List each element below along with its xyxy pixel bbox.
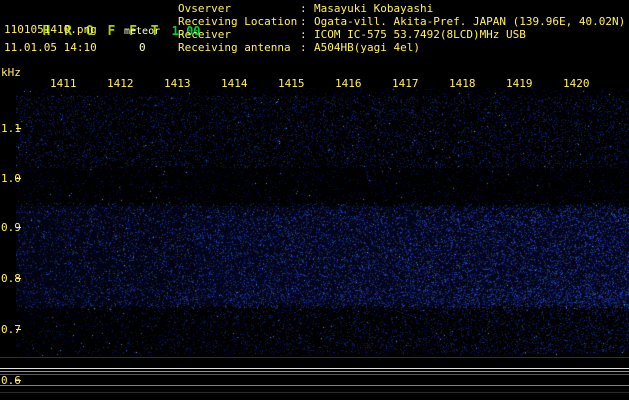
x-axis-label: 1420 xyxy=(563,77,590,90)
info-colon: : xyxy=(300,2,314,15)
x-axis-label: 1417 xyxy=(392,77,419,90)
level-trace-line xyxy=(0,357,629,358)
x-axis-label: 1411 xyxy=(50,77,77,90)
info-value: A504HB(yagi 4el) xyxy=(314,41,420,54)
timestamp: 11.01.05 14:10 xyxy=(4,41,97,54)
info-colon: : xyxy=(300,41,314,54)
y-axis-tick xyxy=(16,178,21,179)
level-trace-line xyxy=(0,385,629,386)
hrofft-output: H R O F F T 1.00 1101051410.png meteor 0 … xyxy=(0,0,629,400)
y-axis-tick xyxy=(16,227,21,228)
info-label: Receiving antenna xyxy=(178,41,300,54)
level-trace-line xyxy=(0,371,629,372)
spectrogram-canvas xyxy=(16,88,629,356)
x-axis-label: 1418 xyxy=(449,77,476,90)
y-axis-tick xyxy=(16,128,21,129)
info-value: ICOM IC-575 53.7492(8LCD)MHz USB xyxy=(314,28,526,41)
level-trace-line xyxy=(0,374,629,375)
y-axis-tick xyxy=(16,329,21,330)
info-label: Receiver xyxy=(178,28,300,41)
info-value: Masayuki Kobayashi xyxy=(314,2,433,15)
info-row-antenna: Receiving antenna : A504HB(yagi 4el) xyxy=(178,41,625,54)
info-colon: : xyxy=(300,28,314,41)
x-axis-label: 1412 xyxy=(107,77,134,90)
info-colon: : xyxy=(300,15,314,28)
info-row-observer: Ovserver : Masayuki Kobayashi xyxy=(178,2,625,15)
filename: 1101051410.png xyxy=(4,23,97,36)
info-label: Ovserver xyxy=(178,2,300,15)
info-label: Receiving Location xyxy=(178,15,300,28)
info-row-receiver: Receiver : ICOM IC-575 53.7492(8LCD)MHz … xyxy=(178,28,625,41)
level-trace-line xyxy=(0,368,629,369)
x-axis-label: 1413 xyxy=(164,77,191,90)
x-axis-label: 1416 xyxy=(335,77,362,90)
meteor-count-value: 0 xyxy=(139,41,146,54)
meteor-count-label: meteor xyxy=(124,26,160,37)
observer-info: Ovserver : Masayuki Kobayashi Receiving … xyxy=(178,2,625,54)
info-value: Ogata-vill. Akita-Pref. JAPAN (139.96E, … xyxy=(314,15,625,28)
level-trace-line xyxy=(0,392,629,393)
y-axis-tick xyxy=(16,380,21,381)
y-axis-unit-label: kHz xyxy=(1,66,21,79)
y-axis-tick xyxy=(16,278,21,279)
x-axis-label: 1419 xyxy=(506,77,533,90)
info-row-location: Receiving Location : Ogata-vill. Akita-P… xyxy=(178,15,625,28)
x-axis-label: 1415 xyxy=(278,77,305,90)
x-axis-label: 1414 xyxy=(221,77,248,90)
